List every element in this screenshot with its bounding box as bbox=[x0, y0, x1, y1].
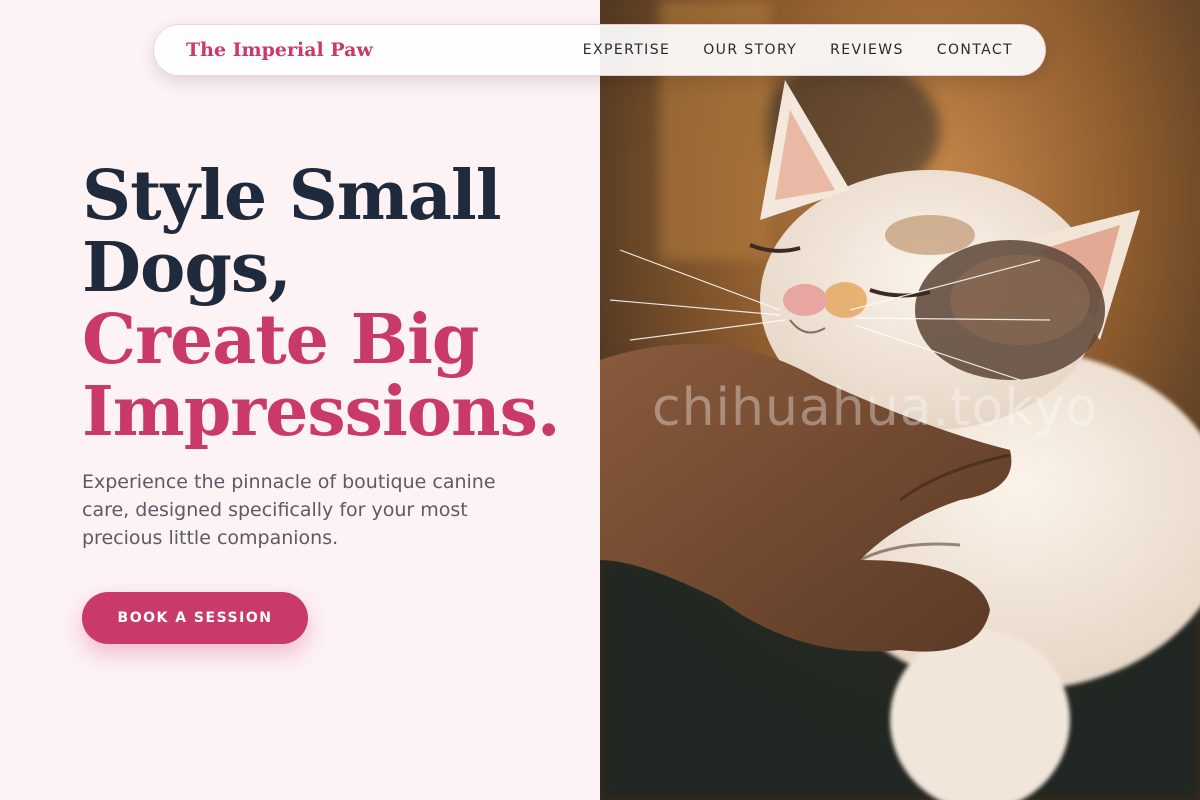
book-session-button[interactable]: BOOK A SESSION bbox=[82, 592, 308, 644]
hero-subtitle: Experience the pinnacle of boutique cani… bbox=[82, 471, 496, 549]
nav-item-expertise[interactable]: EXPERTISE bbox=[583, 42, 670, 58]
hero-title-line: Dogs, bbox=[82, 228, 292, 308]
navbar: The Imperial Paw EXPERTISE OUR STORY REV… bbox=[153, 24, 1046, 76]
hero-title: Style Small Dogs, Create Big Impressions… bbox=[82, 156, 561, 452]
photo-watermark: chihuahua.tokyo bbox=[652, 378, 1099, 438]
hero-title-line: Style Small bbox=[82, 156, 502, 236]
nav-links: EXPERTISE OUR STORY REVIEWS CONTACT bbox=[583, 42, 1013, 58]
nav-item-contact[interactable]: CONTACT bbox=[937, 42, 1013, 58]
brand-logo[interactable]: The Imperial Paw bbox=[186, 39, 373, 61]
nav-item-our-story[interactable]: OUR STORY bbox=[703, 42, 797, 58]
nav-item-reviews[interactable]: REVIEWS bbox=[830, 42, 904, 58]
hero-title-accent-line: Impressions. bbox=[82, 372, 561, 452]
hero-title-accent-line: Create Big bbox=[82, 300, 479, 380]
